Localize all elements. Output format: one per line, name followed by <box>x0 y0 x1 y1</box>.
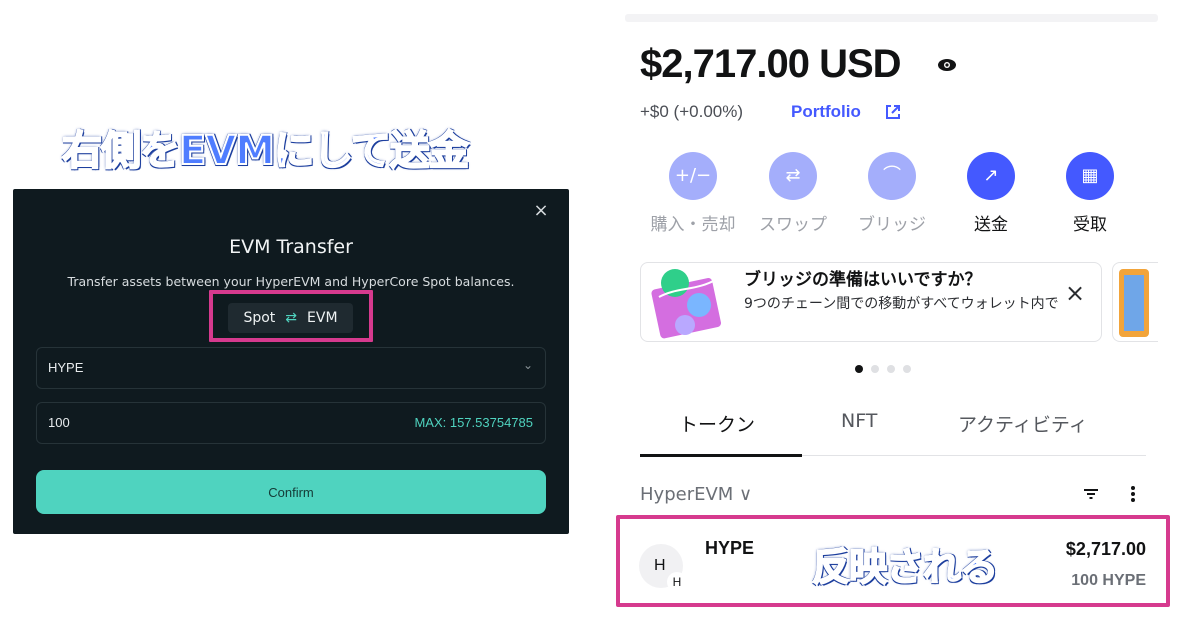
tab-activity[interactable]: アクティビティ <box>958 410 1088 437</box>
next-promo-banner[interactable] <box>1112 262 1158 342</box>
action-send[interactable]: ↗ 送金 <box>946 152 1036 237</box>
eye-icon[interactable] <box>937 58 957 72</box>
total-balance: $2,717.00 USD <box>640 42 902 86</box>
action-bridge[interactable]: ⌒ ブリッジ <box>847 152 937 237</box>
send-arrow-icon: ↗ <box>967 152 1015 200</box>
close-icon[interactable]: × <box>533 202 549 220</box>
carousel-dot[interactable] <box>903 365 911 373</box>
network-name: HyperEVM <box>640 484 734 505</box>
carousel-dot-active[interactable] <box>855 365 863 373</box>
external-link-icon[interactable] <box>884 103 902 121</box>
portfolio-link[interactable]: Portfolio <box>791 102 861 122</box>
plus-minus-icon: +/− <box>669 152 717 200</box>
bridge-promo-banner[interactable]: ブリッジの準備はいいですか？ 9つのチェーン間での移動がすべてウォレット内で × <box>640 262 1102 342</box>
confirm-button[interactable]: Confirm <box>36 470 546 514</box>
modal-title: EVM Transfer <box>229 236 353 258</box>
qr-code-icon: ▦ <box>1066 152 1114 200</box>
amount-input[interactable]: 100 MAX: 157.53754785 <box>36 402 546 444</box>
action-buy-sell[interactable]: +/− 購入・売却 <box>648 152 738 237</box>
modal-description: Transfer assets between your HyperEVM an… <box>67 274 515 289</box>
token-select-value: HYPE <box>48 360 84 375</box>
chevron-down-icon: ∨ <box>739 484 753 505</box>
balance-change: +$0 (+0.00%) <box>640 102 744 121</box>
amount-value: 100 <box>48 415 70 430</box>
token-select[interactable]: HYPE ⌄ <box>36 347 546 389</box>
more-options-icon[interactable] <box>1126 484 1140 504</box>
action-label: 受取 <box>1073 215 1107 235</box>
active-tab-indicator <box>640 454 802 457</box>
annotation-reflected: 反映される <box>811 544 999 590</box>
highlight-box-toggle <box>209 290 373 342</box>
carousel-dot[interactable] <box>887 365 895 373</box>
banner-text: 9つのチェーン間での移動がすべてウォレット内で <box>744 296 1059 312</box>
bridge-illustration <box>651 269 722 339</box>
filter-icon[interactable] <box>1083 487 1099 501</box>
chevron-down-icon: ⌄ <box>522 358 533 372</box>
action-swap[interactable]: ⇄ スワップ <box>748 152 838 237</box>
carousel-dot[interactable] <box>871 365 879 373</box>
action-label: スワップ <box>759 215 827 235</box>
close-icon[interactable]: × <box>1065 279 1085 307</box>
carousel-dots <box>855 365 911 373</box>
tab-nft[interactable]: NFT <box>841 410 877 432</box>
evm-transfer-modal: × EVM Transfer Transfer assets between y… <box>13 189 569 534</box>
network-selector[interactable]: HyperEVM ∨ <box>640 484 752 505</box>
max-button[interactable]: MAX: 157.53754785 <box>414 415 533 430</box>
action-label: 送金 <box>974 215 1008 235</box>
promo-illustration <box>1119 269 1149 337</box>
action-label: ブリッジ <box>858 215 926 235</box>
swap-arrows-icon: ⇄ <box>769 152 817 200</box>
action-label: 購入・売却 <box>650 215 736 235</box>
banner-title: ブリッジの準備はいいですか？ <box>744 270 982 290</box>
tab-tokens[interactable]: トークン <box>679 410 755 437</box>
wallet-top-bar <box>625 14 1158 22</box>
bridge-icon: ⌒ <box>868 152 916 200</box>
action-receive[interactable]: ▦ 受取 <box>1045 152 1135 237</box>
annotation-left-title: 右側をEVMにして送金 <box>61 127 470 175</box>
